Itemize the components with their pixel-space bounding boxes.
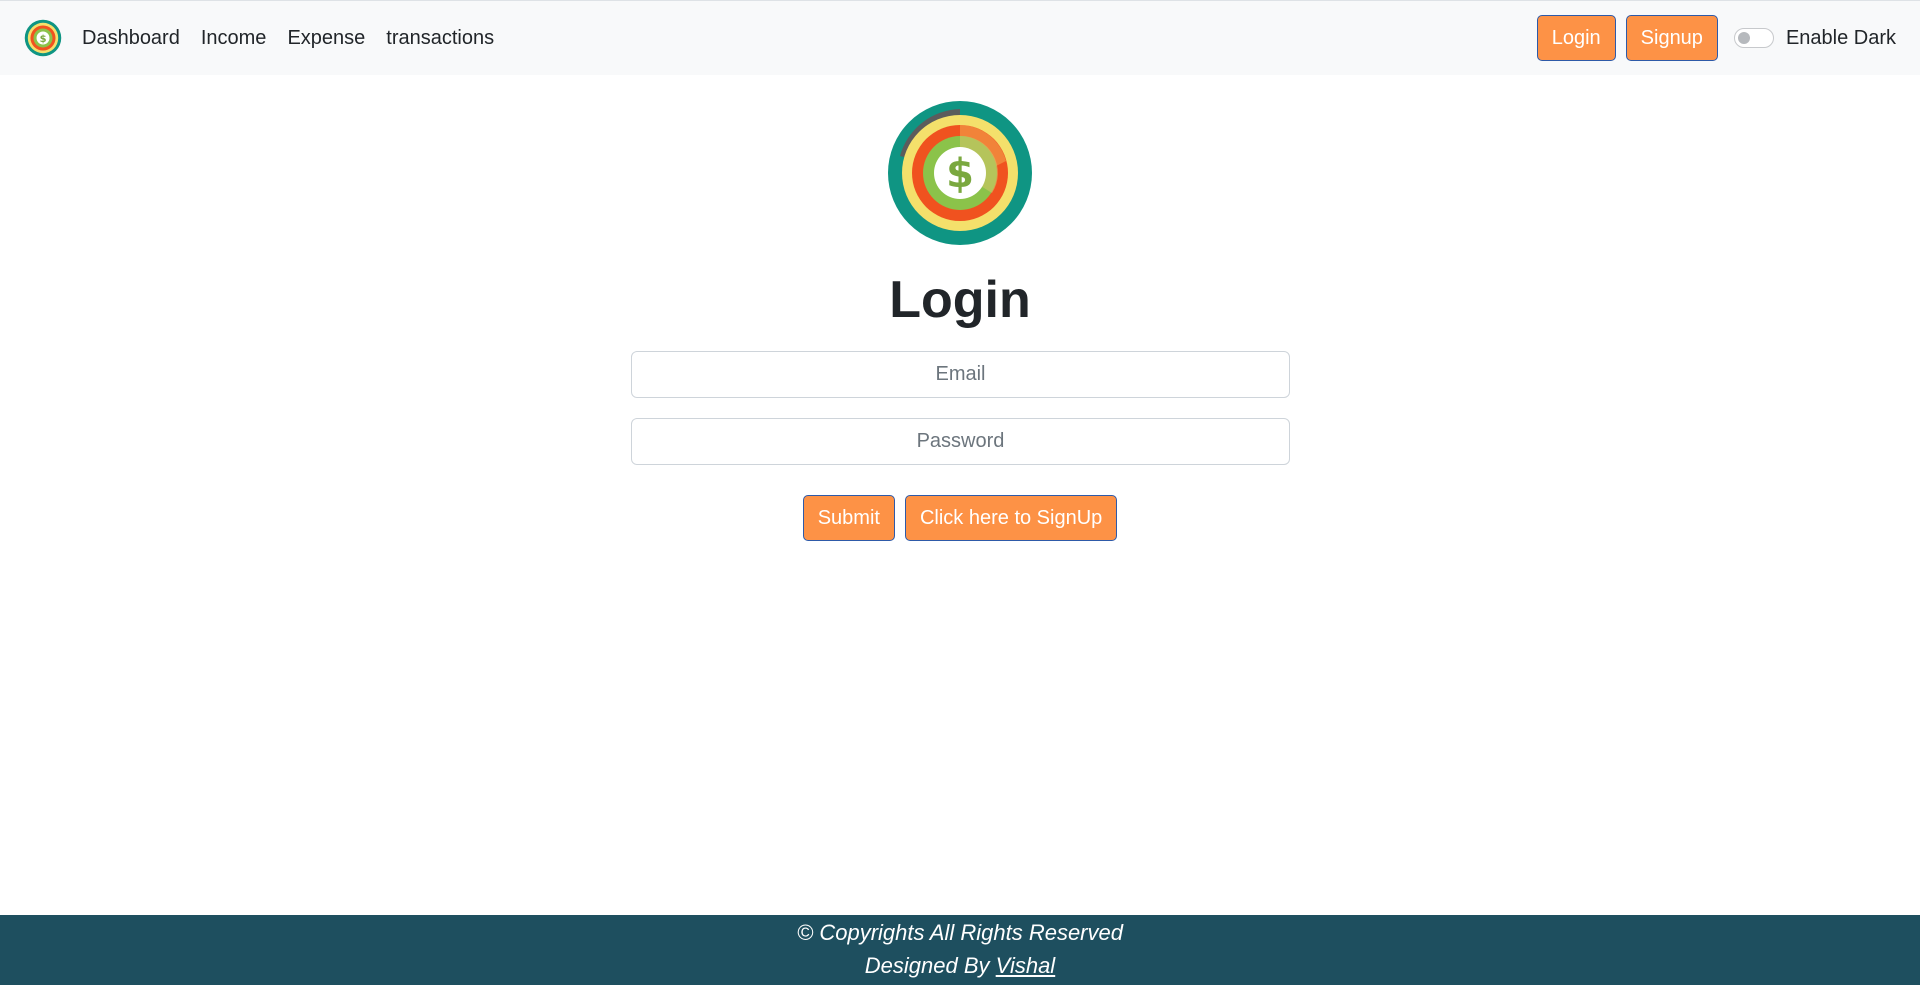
- svg-text:$: $: [946, 151, 974, 197]
- nav-links: Dashboard Income Expense transactions: [82, 27, 494, 50]
- dark-mode-toggle[interactable]: [1733, 28, 1774, 48]
- toggle-knob: [1737, 32, 1750, 44]
- submit-button[interactable]: Submit: [802, 495, 895, 541]
- nav-dashboard[interactable]: Dashboard: [82, 27, 180, 50]
- nav-transactions[interactable]: transactions: [386, 27, 494, 50]
- brand-logo-icon[interactable]: $: [24, 19, 62, 57]
- nav-actions: Login Signup Enable Dark: [1536, 15, 1896, 61]
- nav-expense[interactable]: Expense: [287, 27, 365, 50]
- signup-link-button[interactable]: Click here to SignUp: [904, 495, 1118, 541]
- footer: © Copyrights All Rights Reserved Designe…: [0, 915, 1920, 985]
- svg-text:$: $: [40, 34, 47, 45]
- nav-login-button[interactable]: Login: [1536, 15, 1616, 61]
- password-input[interactable]: [631, 418, 1290, 465]
- dark-mode-label: Enable Dark: [1785, 26, 1896, 49]
- email-input[interactable]: [631, 351, 1290, 398]
- designer-link[interactable]: Vishal: [996, 953, 1056, 978]
- designed-by-prefix: Designed By: [864, 953, 990, 978]
- dollar-coin-logo-icon: $: [888, 101, 1032, 245]
- page-title: Login: [889, 271, 1031, 329]
- designed-by-line: Designed By Vishal: [0, 949, 1920, 982]
- form-actions: Submit Click here to SignUp: [0, 495, 1920, 541]
- dark-mode-switch: Enable Dark: [1733, 26, 1896, 50]
- login-page: $ Login Submit Click here to SignUp: [0, 75, 1920, 915]
- nav-signup-button[interactable]: Signup: [1625, 15, 1718, 61]
- navbar: $ Dashboard Income Expense transactions …: [0, 0, 1920, 75]
- nav-income[interactable]: Income: [201, 27, 267, 50]
- copyright-text: © Copyrights All Rights Reserved: [797, 920, 1123, 945]
